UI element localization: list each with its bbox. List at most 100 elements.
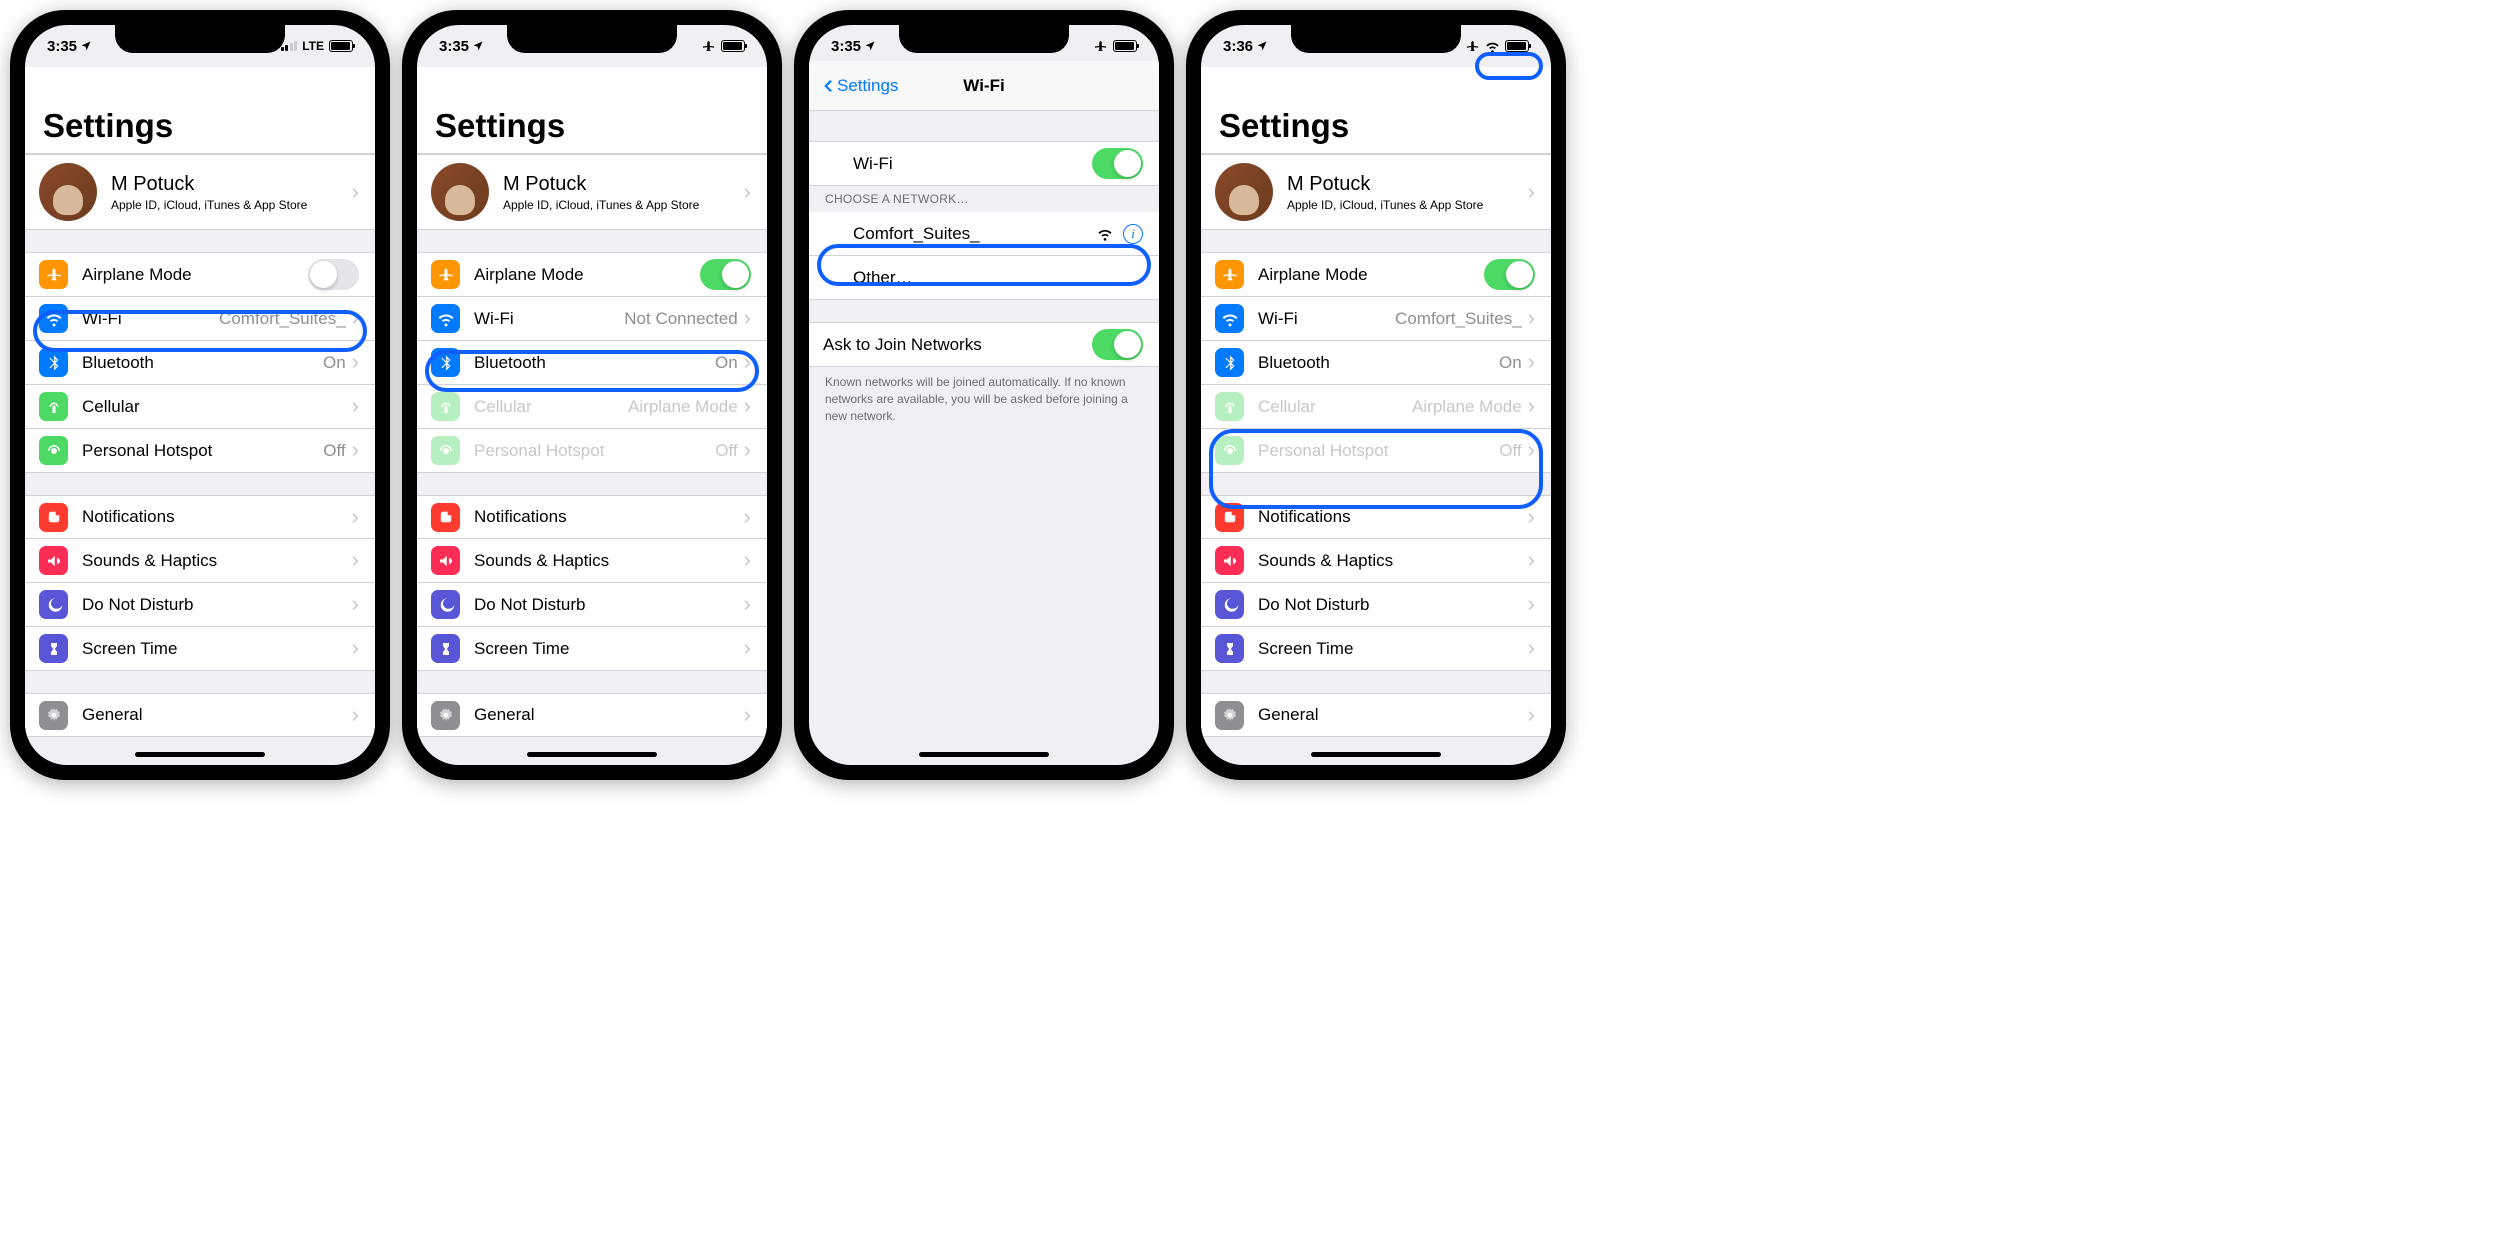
row-hotspot: Personal Hotspot Off bbox=[417, 429, 767, 473]
row-sounds[interactable]: Sounds & Haptics bbox=[1201, 539, 1551, 583]
hotspot-label: Personal Hotspot bbox=[1258, 441, 1499, 461]
dnd-label: Do Not Disturb bbox=[82, 595, 352, 615]
row-cellular[interactable]: Cellular bbox=[25, 385, 375, 429]
location-icon bbox=[472, 40, 484, 52]
cell-value: Airplane Mode bbox=[628, 397, 738, 417]
wifi-status-icon bbox=[1485, 39, 1500, 54]
back-button[interactable]: Settings bbox=[819, 76, 898, 96]
chevron-icon bbox=[1528, 351, 1535, 374]
hotspot-label: Personal Hotspot bbox=[82, 441, 323, 461]
row-notifications[interactable]: Notifications bbox=[417, 495, 767, 539]
wifi-switch[interactable] bbox=[1092, 148, 1143, 179]
network-row[interactable]: Comfort_Suites_ i bbox=[809, 212, 1159, 256]
bt-value: On bbox=[715, 353, 738, 373]
wifi-label: Wi-Fi bbox=[474, 309, 624, 329]
profile-name: M Potuck bbox=[1287, 173, 1528, 196]
row-bluetooth[interactable]: Bluetooth On bbox=[25, 341, 375, 385]
other-row[interactable]: Other… bbox=[809, 256, 1159, 300]
row-cellular: Cellular Airplane Mode bbox=[417, 385, 767, 429]
row-screentime[interactable]: Screen Time bbox=[417, 627, 767, 671]
home-indicator[interactable] bbox=[527, 752, 657, 757]
home-indicator[interactable] bbox=[1311, 752, 1441, 757]
row-screentime[interactable]: Screen Time bbox=[25, 627, 375, 671]
row-dnd[interactable]: Do Not Disturb bbox=[1201, 583, 1551, 627]
row-bluetooth[interactable]: Bluetooth On bbox=[1201, 341, 1551, 385]
row-airplane[interactable]: Airplane Mode bbox=[25, 252, 375, 297]
row-wifi[interactable]: Wi-Fi Comfort_Suites_ bbox=[25, 297, 375, 341]
airplane-icon bbox=[1215, 260, 1244, 289]
settings-list[interactable]: M Potuck Apple ID, iCloud, iTunes & App … bbox=[25, 154, 375, 737]
airplane-icon bbox=[39, 260, 68, 289]
st-label: Screen Time bbox=[474, 639, 744, 659]
row-sounds[interactable]: Sounds & Haptics bbox=[25, 539, 375, 583]
notifications-icon bbox=[39, 503, 68, 532]
airplane-icon bbox=[431, 260, 460, 289]
bluetooth-icon bbox=[431, 348, 460, 377]
bt-label: Bluetooth bbox=[1258, 353, 1499, 373]
airplane-switch[interactable] bbox=[1484, 259, 1535, 290]
battery-icon bbox=[721, 40, 745, 52]
row-general[interactable]: General bbox=[25, 693, 375, 737]
row-dnd[interactable]: Do Not Disturb bbox=[25, 583, 375, 627]
row-general[interactable]: General bbox=[417, 693, 767, 737]
wifi-list[interactable]: Wi-Fi CHOOSE A NETWORK… Comfort_Suites_ … bbox=[809, 141, 1159, 431]
sounds-label: Sounds & Haptics bbox=[1258, 551, 1528, 571]
battery-icon bbox=[1505, 40, 1529, 52]
row-wifi[interactable]: Wi-Fi Not Connected bbox=[417, 297, 767, 341]
wifi-label: Wi-Fi bbox=[1258, 309, 1395, 329]
settings-list[interactable]: M Potuck Apple ID, iCloud, iTunes & App … bbox=[1201, 154, 1551, 737]
profile-sub: Apple ID, iCloud, iTunes & App Store bbox=[111, 198, 352, 212]
chevron-icon bbox=[352, 506, 359, 529]
hotspot-icon bbox=[431, 436, 460, 465]
wifi-signal-icon bbox=[1097, 226, 1113, 242]
profile-row[interactable]: M Potuck Apple ID, iCloud, iTunes & App … bbox=[1201, 154, 1551, 230]
info-icon[interactable]: i bbox=[1123, 224, 1143, 244]
row-hotspot: Personal Hotspot Off bbox=[1201, 429, 1551, 473]
bt-value: On bbox=[323, 353, 346, 373]
airplane-switch[interactable] bbox=[308, 259, 359, 290]
wifi-switch-row[interactable]: Wi-Fi bbox=[809, 141, 1159, 186]
row-wifi[interactable]: Wi-Fi Comfort_Suites_ bbox=[1201, 297, 1551, 341]
hotspot-value: Off bbox=[715, 441, 737, 461]
profile-row[interactable]: M Potuck Apple ID, iCloud, iTunes & App … bbox=[25, 154, 375, 230]
ask-label: Ask to Join Networks bbox=[823, 335, 1092, 355]
row-screentime[interactable]: Screen Time bbox=[1201, 627, 1551, 671]
sounds-icon bbox=[39, 546, 68, 575]
row-notifications[interactable]: Notifications bbox=[1201, 495, 1551, 539]
profile-name: M Potuck bbox=[503, 173, 744, 196]
row-bluetooth[interactable]: Bluetooth On bbox=[417, 341, 767, 385]
phone-frame-2: 3:35 Settings M Potuck Apple ID, iCloud,… bbox=[402, 10, 782, 780]
home-indicator[interactable] bbox=[135, 752, 265, 757]
location-icon bbox=[80, 40, 92, 52]
profile-name: M Potuck bbox=[111, 173, 352, 196]
row-airplane[interactable]: Airplane Mode bbox=[1201, 252, 1551, 297]
ask-switch[interactable] bbox=[1092, 329, 1143, 360]
hotspot-value: Off bbox=[1499, 441, 1521, 461]
settings-list[interactable]: M Potuck Apple ID, iCloud, iTunes & App … bbox=[417, 154, 767, 737]
ask-row[interactable]: Ask to Join Networks bbox=[809, 322, 1159, 367]
bt-label: Bluetooth bbox=[474, 353, 715, 373]
cell-label: Cellular bbox=[82, 397, 352, 417]
chevron-icon bbox=[1528, 439, 1535, 462]
profile-row[interactable]: M Potuck Apple ID, iCloud, iTunes & App … bbox=[417, 154, 767, 230]
status-time: 3:35 bbox=[439, 38, 469, 55]
airplane-label: Airplane Mode bbox=[82, 265, 308, 285]
row-notifications[interactable]: Notifications bbox=[25, 495, 375, 539]
wifi-switch-label: Wi-Fi bbox=[853, 154, 1092, 174]
screentime-icon bbox=[1215, 634, 1244, 663]
airplane-label: Airplane Mode bbox=[474, 265, 700, 285]
other-label: Other… bbox=[853, 268, 1143, 288]
row-dnd[interactable]: Do Not Disturb bbox=[417, 583, 767, 627]
row-airplane[interactable]: Airplane Mode bbox=[417, 252, 767, 297]
chevron-icon bbox=[1528, 307, 1535, 330]
battery-icon bbox=[1113, 40, 1137, 52]
chevron-icon bbox=[744, 351, 751, 374]
home-indicator[interactable] bbox=[919, 752, 1049, 757]
row-general[interactable]: General bbox=[1201, 693, 1551, 737]
avatar bbox=[1215, 163, 1273, 221]
airplane-switch[interactable] bbox=[700, 259, 751, 290]
row-hotspot[interactable]: Personal Hotspot Off bbox=[25, 429, 375, 473]
cell-value: Airplane Mode bbox=[1412, 397, 1522, 417]
row-sounds[interactable]: Sounds & Haptics bbox=[417, 539, 767, 583]
general-icon bbox=[431, 701, 460, 730]
